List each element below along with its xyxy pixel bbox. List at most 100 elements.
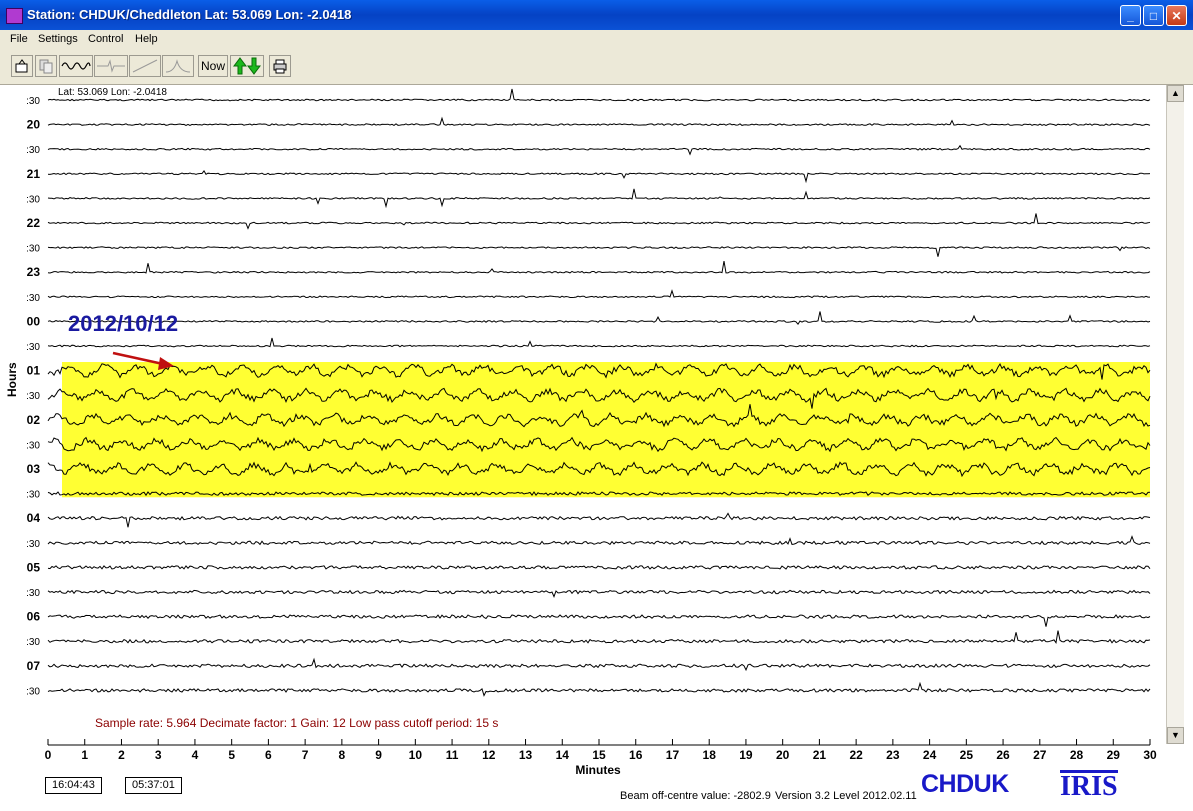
minimize-button[interactable]: _ (1120, 5, 1141, 26)
scroll-down-icon[interactable]: ▼ (1167, 727, 1184, 744)
menu-settings[interactable]: Settings (38, 33, 78, 45)
hour-label: :30 (26, 440, 40, 451)
hour-label: 05 (27, 560, 41, 574)
x-tick-label: 16 (629, 748, 643, 762)
hour-label: :30 (26, 342, 40, 353)
station-coords: Lat: 53.069 Lon: -2.0418 (58, 87, 167, 98)
x-tick-label: 13 (519, 748, 533, 762)
x-tick-label: 22 (849, 748, 863, 762)
elapsed-time-display: 05:37:01 (125, 777, 182, 794)
trace-line (47, 88, 1151, 102)
hour-label: :30 (26, 244, 40, 255)
hour-label: :30 (26, 194, 40, 205)
x-tick-label: 0 (45, 748, 52, 762)
x-tick-label: 30 (1143, 748, 1157, 762)
x-tick-label: 12 (482, 748, 496, 762)
settings-info-line: Sample rate: 5.964 Decimate factor: 1 Ga… (95, 716, 498, 730)
x-tick-label: 27 (1033, 748, 1047, 762)
print-icon[interactable] (269, 55, 291, 77)
x-tick-label: 5 (228, 748, 235, 762)
trace-line (47, 144, 1151, 156)
hour-label: :30 (26, 588, 40, 599)
close-button[interactable]: ✕ (1166, 5, 1187, 26)
app-icon (6, 8, 23, 24)
trace-line (47, 261, 1151, 274)
trace-line (47, 213, 1151, 230)
open-file-icon[interactable] (11, 55, 33, 77)
x-tick-label: 3 (155, 748, 162, 762)
x-tick-label: 14 (556, 748, 570, 762)
x-tick-label: 18 (703, 748, 717, 762)
x-tick-label: 19 (739, 748, 753, 762)
menu-help[interactable]: Help (135, 33, 158, 45)
hour-label: 07 (27, 659, 41, 673)
trace-line (47, 337, 1151, 348)
x-tick-label: 26 (996, 748, 1010, 762)
x-tick-label: 1 (81, 748, 88, 762)
x-tick-label: 28 (1070, 748, 1084, 762)
beam-offset-text: Beam off-centre value: -2802.9 (620, 790, 771, 802)
x-tick-label: 25 (960, 748, 974, 762)
helicorder-plot[interactable]: :30 20:30 21:30 22:30 23:30 00:30 01:30 02:30 03… (0, 85, 1193, 811)
x-tick-label: 2 (118, 748, 125, 762)
trace-line (47, 246, 1151, 257)
hour-label: 04 (27, 511, 41, 525)
hour-label: 20 (27, 118, 41, 132)
hour-label: 03 (27, 462, 41, 476)
now-button[interactable]: Now (198, 55, 228, 77)
title-bar: Station: CHDUK/Cheddleton Lat: 53.069 Lo… (0, 0, 1193, 30)
hour-label: :30 (26, 96, 40, 107)
up-down-arrows-icon[interactable] (230, 55, 264, 77)
wave-icon[interactable] (59, 55, 93, 77)
hour-label: 22 (27, 216, 41, 230)
trace-line (47, 614, 1151, 627)
trace-line (47, 512, 1151, 528)
x-tick-label: 24 (923, 748, 937, 762)
x-tick-label: 23 (886, 748, 900, 762)
x-tick-label: 29 (1107, 748, 1121, 762)
trace-line (47, 681, 1151, 697)
x-tick-label: 10 (409, 748, 423, 762)
hour-label: 00 (27, 314, 41, 328)
x-tick-label: 4 (192, 748, 199, 762)
event-icon[interactable] (94, 55, 128, 77)
date-annotation: 2012/10/12 (68, 311, 178, 336)
toolbar: Now (0, 50, 1193, 85)
x-tick-label: 7 (302, 748, 309, 762)
hour-label: :30 (26, 391, 40, 402)
menu-control[interactable]: Control (88, 33, 123, 45)
chduk-logo: CHDUK (921, 770, 1009, 798)
filter-icon[interactable] (129, 55, 161, 77)
vertical-scrollbar[interactable]: ▲ ▼ (1166, 85, 1184, 744)
trace-line (47, 289, 1150, 299)
trace-line (47, 535, 1151, 546)
trace-line (47, 311, 1151, 326)
scroll-up-icon[interactable]: ▲ (1167, 85, 1184, 102)
x-tick-label: 21 (813, 748, 827, 762)
version-text: Version 3.2 Level 2012.02.11 (775, 790, 917, 802)
x-tick-label: 20 (776, 748, 790, 762)
maximize-button[interactable]: □ (1143, 5, 1164, 26)
menu-file[interactable]: File (10, 33, 28, 45)
hour-label: :30 (26, 490, 40, 501)
hour-label: :30 (26, 145, 40, 156)
x-tick-label: 9 (375, 748, 382, 762)
hour-label: :30 (26, 293, 40, 304)
iris-logo: IRIS (1060, 770, 1118, 802)
copy-icon[interactable] (35, 55, 57, 77)
trace-line (47, 188, 1151, 209)
hour-label: :30 (26, 686, 40, 697)
trace-line (47, 565, 1151, 570)
hour-label: 01 (27, 364, 41, 378)
hour-label: 23 (27, 265, 41, 279)
helicorder-canvas[interactable]: :3020:3021:3022:3023:3000:3001:3002:3003… (0, 85, 1193, 811)
highlight-band (62, 362, 1150, 498)
x-tick-label: 11 (446, 748, 459, 762)
hour-label: 02 (27, 413, 41, 427)
trace-line (47, 657, 1151, 672)
x-tick-label: 8 (339, 748, 346, 762)
x-axis-label: Minutes (575, 763, 621, 777)
trace-line (47, 589, 1151, 598)
trace-line (47, 630, 1151, 644)
spectrum-icon[interactable] (162, 55, 194, 77)
